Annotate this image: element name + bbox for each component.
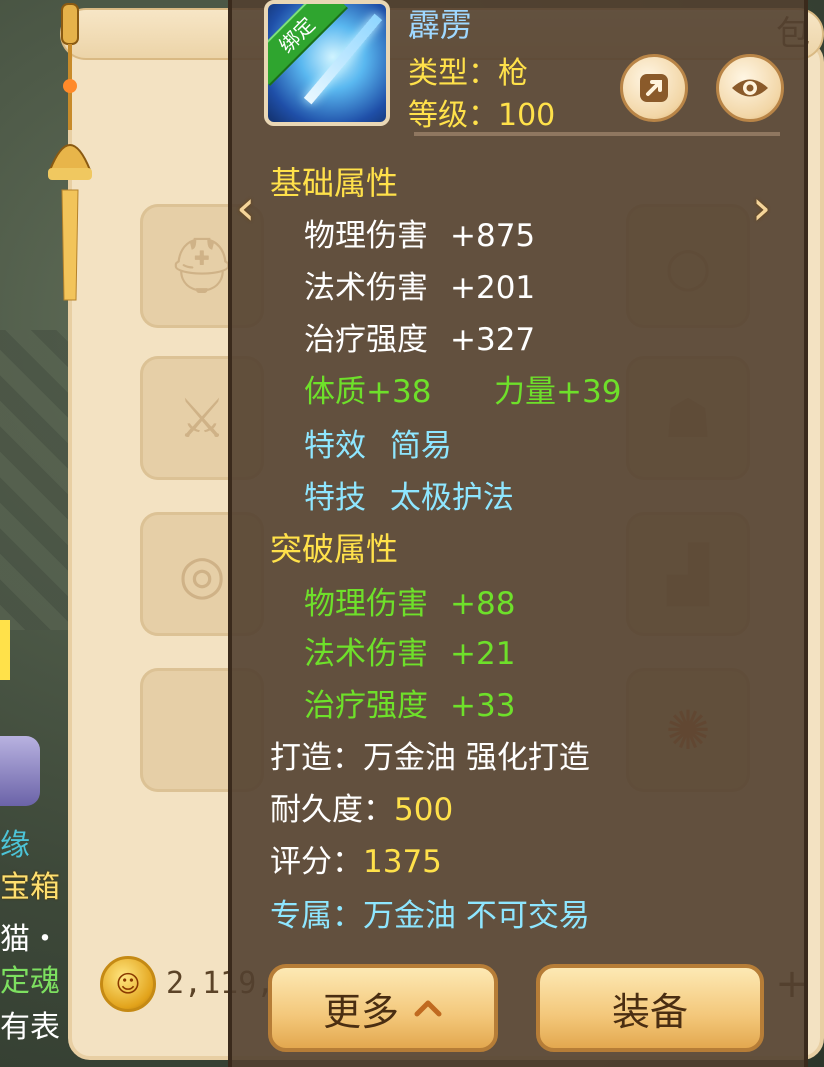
equip-button[interactable]: 装备 (536, 964, 764, 1052)
attr-value: +201 (450, 270, 536, 306)
effect-value: 简易 (389, 428, 452, 464)
break-attr-row: 治疗强度 +33 (304, 680, 515, 725)
hanging-bell-ornament-icon (48, 3, 92, 301)
side-yellow-marker (0, 620, 10, 680)
attr-value: +875 (450, 218, 536, 254)
forge-value: 万金油 强化打造 (363, 740, 590, 776)
exclusive-value: 万金油 不可交易 (363, 898, 590, 934)
item-level: 等级：100 (408, 98, 556, 133)
attr-value: +33 (450, 688, 516, 724)
item-type: 类型：枪 (408, 56, 528, 91)
break-attr-row: 物理伤害 +88 (304, 578, 515, 623)
extra-attr-left: 体质+38 (304, 374, 432, 410)
attr-value: +21 (450, 636, 516, 672)
gold-coin-icon: ☺ (100, 956, 156, 1012)
durability-label: 耐久度： (270, 792, 394, 828)
eye-icon (732, 79, 768, 97)
exclusive-label: 专属： (270, 898, 363, 934)
forge-label: 打造： (270, 740, 363, 776)
equip-button-label: 装备 (611, 989, 688, 1034)
preview-button[interactable] (716, 54, 784, 122)
item-icon-spear: 绑定 (264, 0, 390, 126)
special-skill-row: 特技 太极护法 (304, 472, 514, 517)
score-row: 评分：1375 (270, 836, 442, 881)
more-button[interactable]: 更多 (268, 964, 498, 1052)
score-value: 1375 (363, 844, 442, 880)
base-attr-row: 治疗强度 +327 (304, 314, 535, 359)
arrow-right-icon[interactable]: › (752, 180, 771, 236)
base-attrs-title: 基础属性 (270, 164, 399, 202)
skill-value: 太极护法 (389, 480, 514, 516)
item-name: 霹雳 (408, 6, 473, 44)
extra-attr-right: 力量+39 (494, 374, 622, 410)
attr-label: 物理伤害 (304, 586, 428, 622)
durability-value: 500 (394, 792, 454, 828)
durability-row: 耐久度：500 (270, 784, 453, 829)
attr-label: 治疗强度 (304, 322, 428, 358)
side-label-yuan: 缘 (0, 828, 30, 863)
treasure-chest-icon[interactable] (0, 736, 40, 806)
share-icon (640, 74, 668, 102)
side-label-has: 有表 (0, 1010, 60, 1045)
score-label: 评分： (270, 844, 363, 880)
break-attrs-title: 突破属性 (270, 530, 399, 568)
base-attr-row: 物理伤害 +875 (304, 210, 535, 255)
attr-label: 法术伤害 (304, 636, 428, 672)
attr-value: +88 (450, 586, 516, 622)
special-effect-row: 特效 简易 (304, 420, 452, 465)
header-divider (414, 132, 780, 136)
break-attr-row: 法术伤害 +21 (304, 628, 515, 673)
side-label-box: 宝箱 (0, 870, 60, 905)
more-button-label: 更多 (322, 989, 399, 1034)
skill-label: 特技 (304, 480, 366, 516)
attr-value: +327 (450, 322, 536, 358)
side-label-cat: 猫・ (0, 922, 60, 957)
arrow-left-icon[interactable]: ‹ (236, 180, 255, 236)
exclusive-row: 专属：万金油 不可交易 (270, 890, 590, 935)
side-label-soul: 定魂 (0, 964, 60, 999)
attr-label: 治疗强度 (304, 688, 428, 724)
attr-label: 法术伤害 (304, 270, 428, 306)
attr-label: 物理伤害 (304, 218, 428, 254)
base-attr-row: 法术伤害 +201 (304, 262, 535, 307)
forge-row: 打造：万金油 强化打造 (270, 732, 590, 777)
chevron-up-icon (414, 1000, 442, 1017)
share-button[interactable] (620, 54, 688, 122)
effect-label: 特效 (304, 428, 366, 464)
